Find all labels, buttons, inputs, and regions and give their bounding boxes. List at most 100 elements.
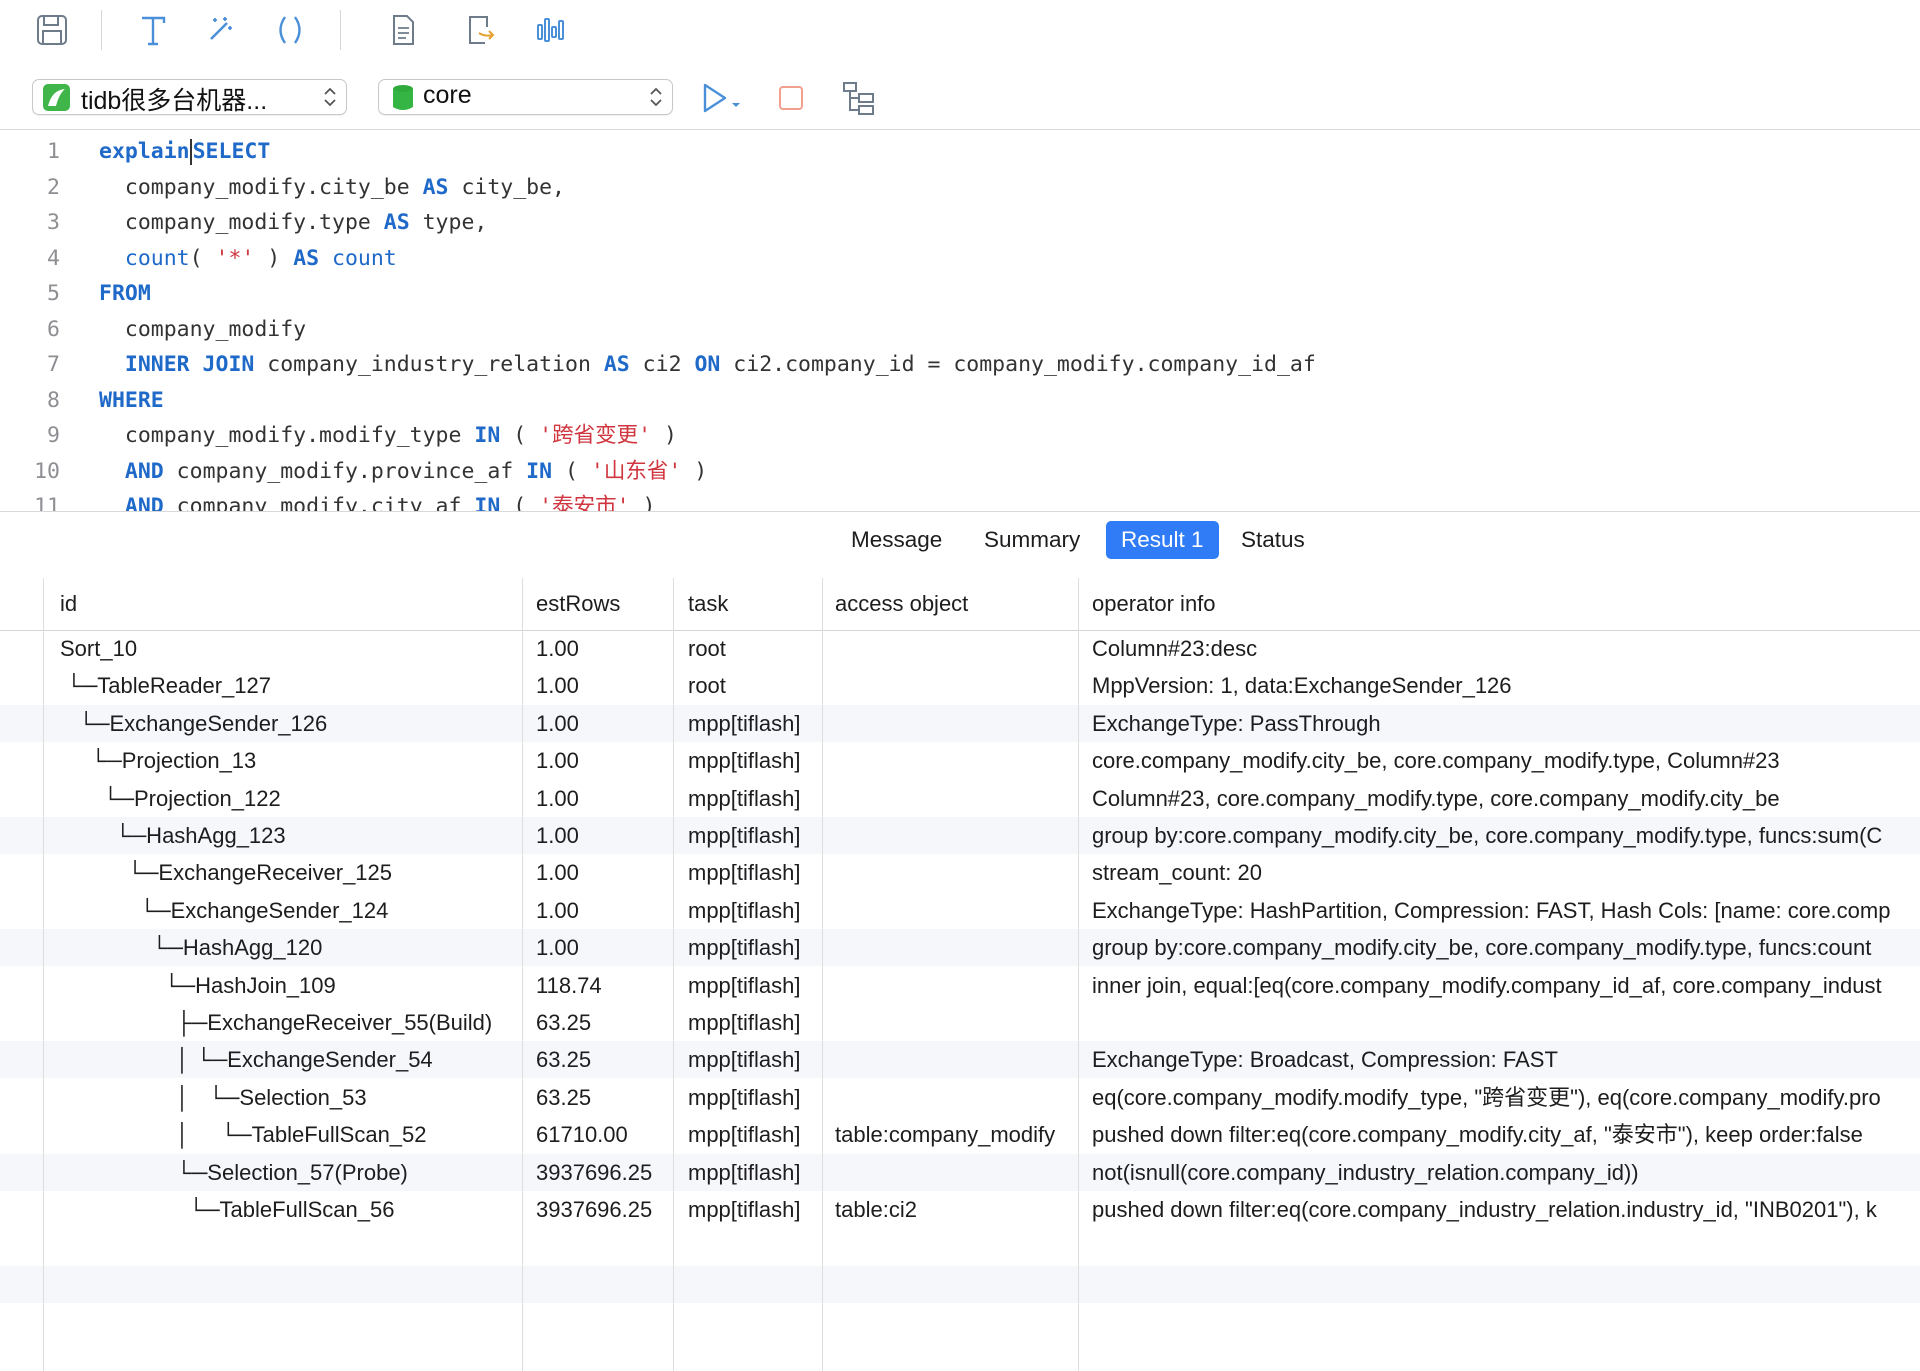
cell-estrows[interactable]: 63.25 [536,1041,666,1078]
cell-id[interactable]: Sort_10 [60,630,520,667]
cell-task[interactable]: root [688,667,823,704]
code-line[interactable]: 7 INNER JOIN company_industry_relation A… [0,347,1920,382]
cell-operator-info[interactable]: group by:core.company_modify.city_be, co… [1092,929,1920,966]
table-row[interactable]: └─HashJoin_109 118.74 mpp[tiflash] inner jo… [0,967,1920,1004]
table-row[interactable]: │ └─TableFullScan_52 61710.00 mpp[tiflash]… [0,1116,1920,1153]
table-row[interactable]: └─ExchangeReceiver_125 1.00 mpp[tiflash] st… [0,854,1920,891]
code-line[interactable]: 6 company_modify [0,312,1920,347]
cell-id[interactable]: └─HashAgg_123 [60,817,520,854]
cell-id[interactable]: │ └─TableFullScan_52 [60,1116,520,1153]
stop-button[interactable] [766,78,816,118]
column-divider[interactable] [522,578,523,1371]
code-line[interactable]: 2 company_modify.city_be AS city_be, [0,170,1920,205]
table-row[interactable]: Sort_10 1.00 root Column#23:desc [0,630,1920,667]
table-row[interactable]: ├─ExchangeReceiver_55(Build) 63.25 mpp[tif… [0,1004,1920,1041]
cell-operator-info[interactable]: ExchangeType: Broadcast, Compression: FA… [1092,1041,1920,1078]
cell-access-object[interactable]: table:ci2 [835,1191,1075,1228]
cell-access-object[interactable] [835,929,1075,966]
cell-task[interactable]: mpp[tiflash] [688,780,823,817]
cell-id[interactable]: └─TableReader_127 [60,667,520,704]
table-row[interactable]: └─TableFullScan_56 3937696.25 mpp[tiflash]… [0,1191,1920,1228]
tab-result-1[interactable]: Result 1 [1106,521,1219,559]
cell-task[interactable]: mpp[tiflash] [688,1079,823,1116]
cell-task[interactable]: mpp[tiflash] [688,854,823,891]
table-row[interactable]: └─Selection_57(Probe) 3937696.25 mpp[tifla… [0,1153,1920,1191]
cell-operator-info[interactable]: group by:core.company_modify.city_be, co… [1092,817,1920,854]
cell-operator-info[interactable]: not(isnull(core.company_industry_relatio… [1092,1154,1920,1191]
column-divider[interactable] [822,578,823,1371]
cell-task[interactable]: mpp[tiflash] [688,1041,823,1078]
database-select[interactable]: core [378,79,673,115]
cell-id[interactable]: └─Projection_13 [60,742,520,779]
cell-operator-info[interactable]: ExchangeType: PassThrough [1092,705,1920,742]
cell-estrows[interactable]: 63.25 [536,1004,666,1041]
column-header-estrows[interactable]: estRows [536,578,620,630]
cell-operator-info[interactable]: core.company_modify.city_be, core.compan… [1092,742,1920,779]
cell-id[interactable]: │ └─Selection_53 [60,1079,520,1116]
code-line[interactable]: 11 AND company_modify.city_af IN ( '泰安市'… [0,489,1920,511]
cell-operator-info[interactable]: inner join, equal:[eq(core.company_modif… [1092,967,1920,1004]
code-line[interactable]: 4 count( '*' ) AS count [0,241,1920,276]
cell-access-object[interactable] [835,667,1075,704]
column-header-id[interactable]: id [60,578,77,630]
cell-estrows[interactable]: 1.00 [536,929,666,966]
cell-operator-info[interactable]: MppVersion: 1, data:ExchangeSender_126 [1092,667,1920,704]
cell-operator-info[interactable]: eq(core.company_modify.modify_type, "跨省变… [1092,1079,1920,1116]
cell-access-object[interactable] [835,630,1075,667]
cell-estrows[interactable]: 118.74 [536,967,666,1004]
save-icon[interactable] [32,10,72,50]
cell-task[interactable]: mpp[tiflash] [688,1116,823,1153]
column-header-access-object[interactable]: access object [835,578,968,630]
format-icon[interactable] [133,10,173,50]
cell-access-object[interactable] [835,1004,1075,1041]
cell-access-object[interactable]: table:company_modify [835,1116,1075,1153]
cell-access-object[interactable] [835,1154,1075,1191]
table-row[interactable]: │ └─Selection_53 63.25 mpp[tiflash] eq(core… [0,1079,1920,1116]
tab-message[interactable]: Message [836,521,957,559]
cell-id[interactable]: └─ExchangeSender_126 [60,705,520,742]
table-row[interactable]: └─ExchangeSender_126 1.00 mpp[tiflash] Exch… [0,704,1920,742]
code-line[interactable]: 8 WHERE [0,383,1920,418]
cell-estrows[interactable]: 3937696.25 [536,1191,666,1228]
cell-task[interactable]: mpp[tiflash] [688,742,823,779]
table-row[interactable]: └─HashAgg_123 1.00 mpp[tiflash] group by:co… [0,817,1920,854]
cell-operator-info[interactable]: pushed down filter:eq(core.company_indus… [1092,1191,1920,1228]
cell-estrows[interactable]: 61710.00 [536,1116,666,1153]
cell-estrows[interactable]: 1.00 [536,854,666,891]
cell-operator-info[interactable]: pushed down filter:eq(core.company_modif… [1092,1116,1920,1153]
tab-status[interactable]: Status [1226,521,1320,559]
cell-estrows[interactable]: 1.00 [536,817,666,854]
sql-editor[interactable]: 1 explain SELECT 2 company_modify.city_be A… [0,129,1920,511]
cell-id[interactable]: └─TableFullScan_56 [60,1191,520,1228]
connection-select[interactable]: tidb很多台机器... [32,79,347,115]
cell-access-object[interactable] [835,892,1075,929]
cell-operator-info[interactable]: stream_count: 20 [1092,854,1920,891]
run-button[interactable] [697,78,747,118]
cell-task[interactable]: mpp[tiflash] [688,817,823,854]
cell-operator-info[interactable]: ExchangeType: HashPartition, Compression… [1092,892,1920,929]
cell-access-object[interactable] [835,1079,1075,1116]
cell-estrows[interactable]: 1.00 [536,630,666,667]
column-divider[interactable] [1078,578,1079,1371]
cell-id[interactable]: └─Selection_57(Probe) [60,1154,520,1191]
cell-operator-info[interactable]: Column#23, core.company_modify.type, cor… [1092,780,1920,817]
cell-estrows[interactable]: 1.00 [536,780,666,817]
column-header-operator-info[interactable]: operator info [1092,578,1216,630]
document-icon[interactable] [383,10,423,50]
table-row[interactable]: │ └─ExchangeSender_54 63.25 mpp[tiflash] Ex… [0,1041,1920,1079]
cell-estrows[interactable]: 1.00 [536,742,666,779]
table-row[interactable]: └─TableReader_127 1.00 root MppVersion: 1, … [0,667,1920,704]
code-line[interactable]: 5 FROM [0,276,1920,311]
table-row[interactable]: └─HashAgg_120 1.00 mpp[tiflash] group by:co… [0,929,1920,967]
cell-access-object[interactable] [835,780,1075,817]
cell-estrows[interactable]: 3937696.25 [536,1154,666,1191]
cell-id[interactable]: └─HashJoin_109 [60,967,520,1004]
cell-id[interactable]: └─Projection_122 [60,780,520,817]
cell-id[interactable]: └─HashAgg_120 [60,929,520,966]
cell-task[interactable]: mpp[tiflash] [688,1004,823,1041]
cell-id[interactable]: │ └─ExchangeSender_54 [60,1041,520,1078]
parentheses-icon[interactable] [270,10,310,50]
cell-id[interactable]: └─ExchangeReceiver_125 [60,854,520,891]
code-line[interactable]: 1 explain SELECT [0,134,1920,169]
cell-id[interactable]: ├─ExchangeReceiver_55(Build) [60,1004,520,1041]
